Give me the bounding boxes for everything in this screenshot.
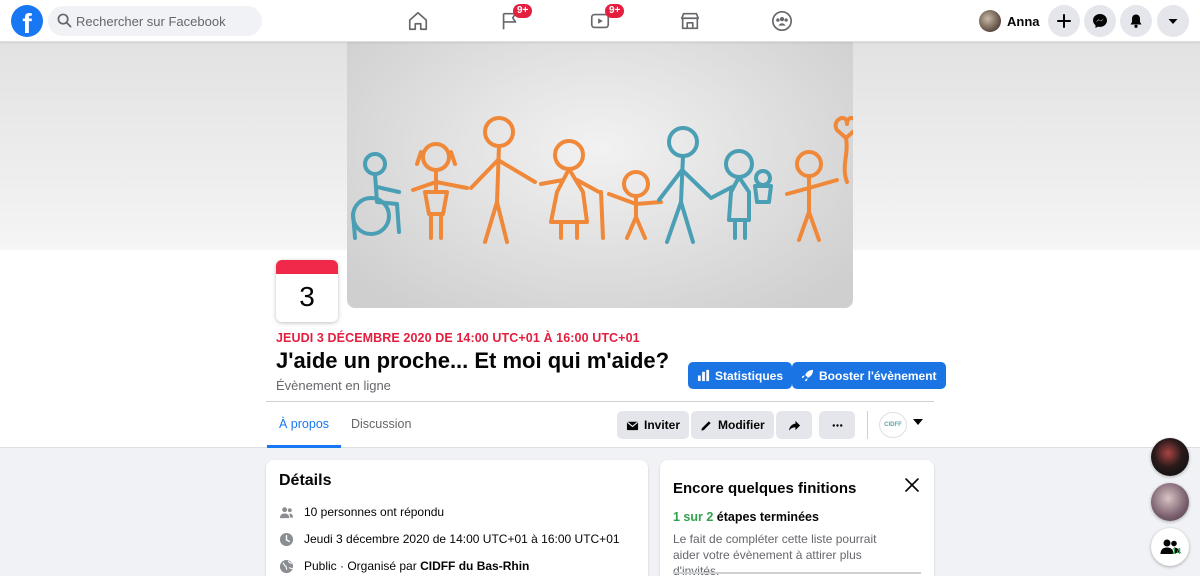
finish-description: Le fait de compléter cette liste pourrai… [673,532,877,576]
cover-illustration [351,116,853,244]
event-cover-photo [347,42,853,308]
avatar [979,10,1001,32]
tab-about[interactable]: À propos [267,402,342,448]
bell-icon [1130,14,1142,28]
close-icon[interactable] [904,477,920,493]
pages-badge: 9+ [513,4,533,18]
calendar-day: 3 [299,281,315,312]
tab-discussion[interactable]: Discussion [339,402,423,448]
account-menu-button[interactable] [1157,5,1189,37]
more-icon [832,423,842,427]
profile-name: Anna [1007,13,1040,29]
event-date-line: JEUDI 3 DÉCEMBRE 2020 DE 14:00 UTC+01 À … [276,331,640,345]
create-button[interactable] [1048,5,1080,37]
chat-head-avatar-2[interactable] [1151,483,1189,521]
groups-icon [772,11,792,31]
chevron-down-icon [1168,19,1178,24]
messenger-icon [1093,14,1107,28]
boost-event-button[interactable]: Booster l'évènement [792,362,946,389]
invite-label: Inviter [644,418,681,432]
search-box[interactable] [48,6,262,36]
nav-watch[interactable]: 9+ [555,0,645,42]
profile-link[interactable]: Anna [979,8,1040,34]
invite-button[interactable]: Inviter [617,411,690,439]
share-icon [788,420,800,431]
event-calendar-badge: 3 [276,260,338,322]
finish-title: Encore quelques finitions [673,480,857,497]
page-logo[interactable]: CIDFF [879,412,907,438]
organizer-link[interactable]: CIDFF du Bas-Rhin [420,559,529,573]
notifications-button[interactable] [1120,5,1152,37]
responded-row: 10 personnes ont répondu [279,502,444,522]
nav-home[interactable] [373,0,463,42]
edit-button[interactable]: Modifier [691,411,774,439]
contacts-count: 14 [1172,547,1181,556]
actions-separator [867,411,868,439]
bar-chart-icon [697,369,710,382]
nav-groups[interactable] [737,0,827,42]
globe-icon [279,559,294,573]
statistics-label: Statistiques [715,368,784,383]
marketplace-icon [680,12,700,30]
calendar-top-strip [276,260,338,274]
boost-label: Booster l'évènement [819,368,937,383]
top-navigation-bar: f 9+ 9+ Anna [0,0,1200,42]
rocket-icon [801,369,814,382]
details-title: Détails [279,472,332,489]
privacy-prefix: Public · Organisé par [304,559,421,573]
page-switch-chevron-down-icon[interactable] [913,419,923,425]
chat-head-avatar-1[interactable] [1151,438,1189,476]
pencil-icon [701,420,711,431]
nav-marketplace[interactable] [645,0,735,42]
people-icon [279,506,294,518]
envelope-icon [626,421,639,430]
datetime-text: Jeudi 3 décembre 2020 de 14:00 UTC+01 à … [304,532,620,546]
clock-icon [279,532,294,546]
details-card: Détails 10 personnes ont répondu Jeudi 3… [266,460,648,576]
more-options-button[interactable] [819,411,855,439]
nav-pages[interactable]: 9+ [465,0,555,42]
responded-text: 10 personnes ont répondu [304,505,445,519]
event-type: Évènement en ligne [276,378,391,393]
event-tabs-bar: À propos Discussion Inviter Modifier [0,402,1200,448]
steps-progress: 1 sur 2 étapes terminées [673,510,819,524]
search-icon [57,13,72,28]
steps-progress-count: 1 sur 2 [673,510,714,524]
datetime-row: Jeudi 3 décembre 2020 de 14:00 UTC+01 à … [279,529,620,549]
share-button[interactable] [776,411,812,439]
facebook-logo-icon[interactable]: f [11,5,43,37]
watch-badge: 9+ [605,4,625,18]
contacts-button[interactable]: 14 [1151,528,1189,566]
messenger-button[interactable] [1084,5,1116,37]
finishing-touches-card: Encore quelques finitions 1 sur 2 étapes… [660,460,934,576]
edit-label: Modifier [718,418,765,432]
finish-progress-track [673,572,921,574]
plus-icon [1057,14,1071,28]
search-input[interactable] [76,6,256,36]
statistics-button[interactable]: Statistiques [688,362,793,389]
event-title: J'aide un proche... Et moi qui m'aide? [276,348,670,373]
home-icon [408,11,428,31]
privacy-row: Public · Organisé par CIDFF du Bas-Rhin [279,556,529,576]
steps-progress-label: étapes terminées [713,510,819,524]
